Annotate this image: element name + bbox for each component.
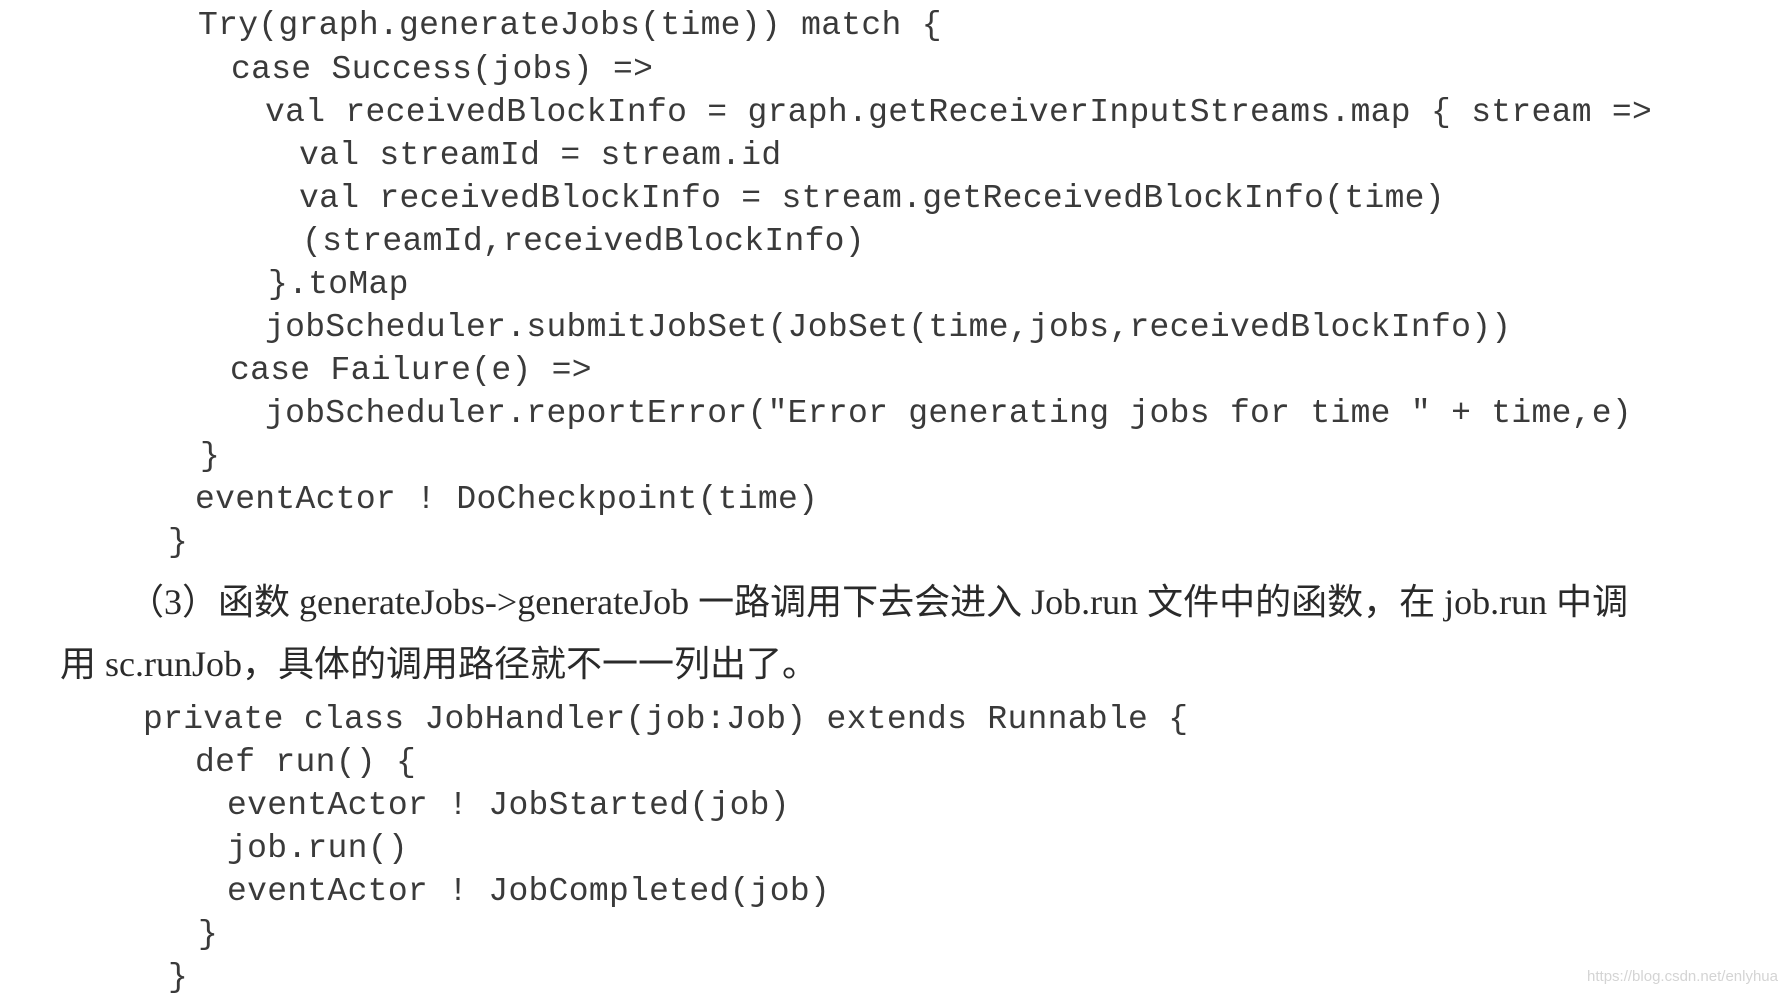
code-line: case Failure(e) => [230,352,592,389]
code-line: jobScheduler.reportError("Error generati… [265,395,1633,432]
code-line: jobScheduler.submitJobSet(JobSet(time,jo… [265,309,1512,346]
code-line: eventActor ! JobStarted(job) [227,787,790,824]
code-line: (streamId,receivedBlockInfo) [302,223,865,260]
code-line: } [198,916,219,953]
code-line: job.run() [227,830,408,867]
code-line: val receivedBlockInfo = stream.getReceiv… [299,180,1445,217]
paragraph-line: 用 sc.runJob，具体的调用路径就不一一列出了。 [60,644,818,684]
code-line: } [168,524,189,561]
code-line: eventActor ! DoCheckpoint(time) [195,481,819,518]
code-line: Try(graph.generateJobs(time)) match { [198,7,942,44]
code-line: eventActor ! JobCompleted(job) [227,873,831,910]
code-line: private class JobHandler(job:Job) extend… [143,701,1189,738]
code-line: val receivedBlockInfo = graph.getReceive… [265,94,1653,131]
code-line: def run() { [195,744,417,781]
code-line: } [168,959,189,996]
code-line: val streamId = stream.id [299,137,782,174]
code-line: case Success(jobs) => [231,51,654,88]
watermark: https://blog.csdn.net/enlyhua [1587,968,1778,985]
paragraph-line: （3）函数 generateJobs->generateJob 一路调用下去会进… [128,582,1629,622]
code-line: } [200,438,221,475]
code-line: }.toMap [268,266,409,303]
